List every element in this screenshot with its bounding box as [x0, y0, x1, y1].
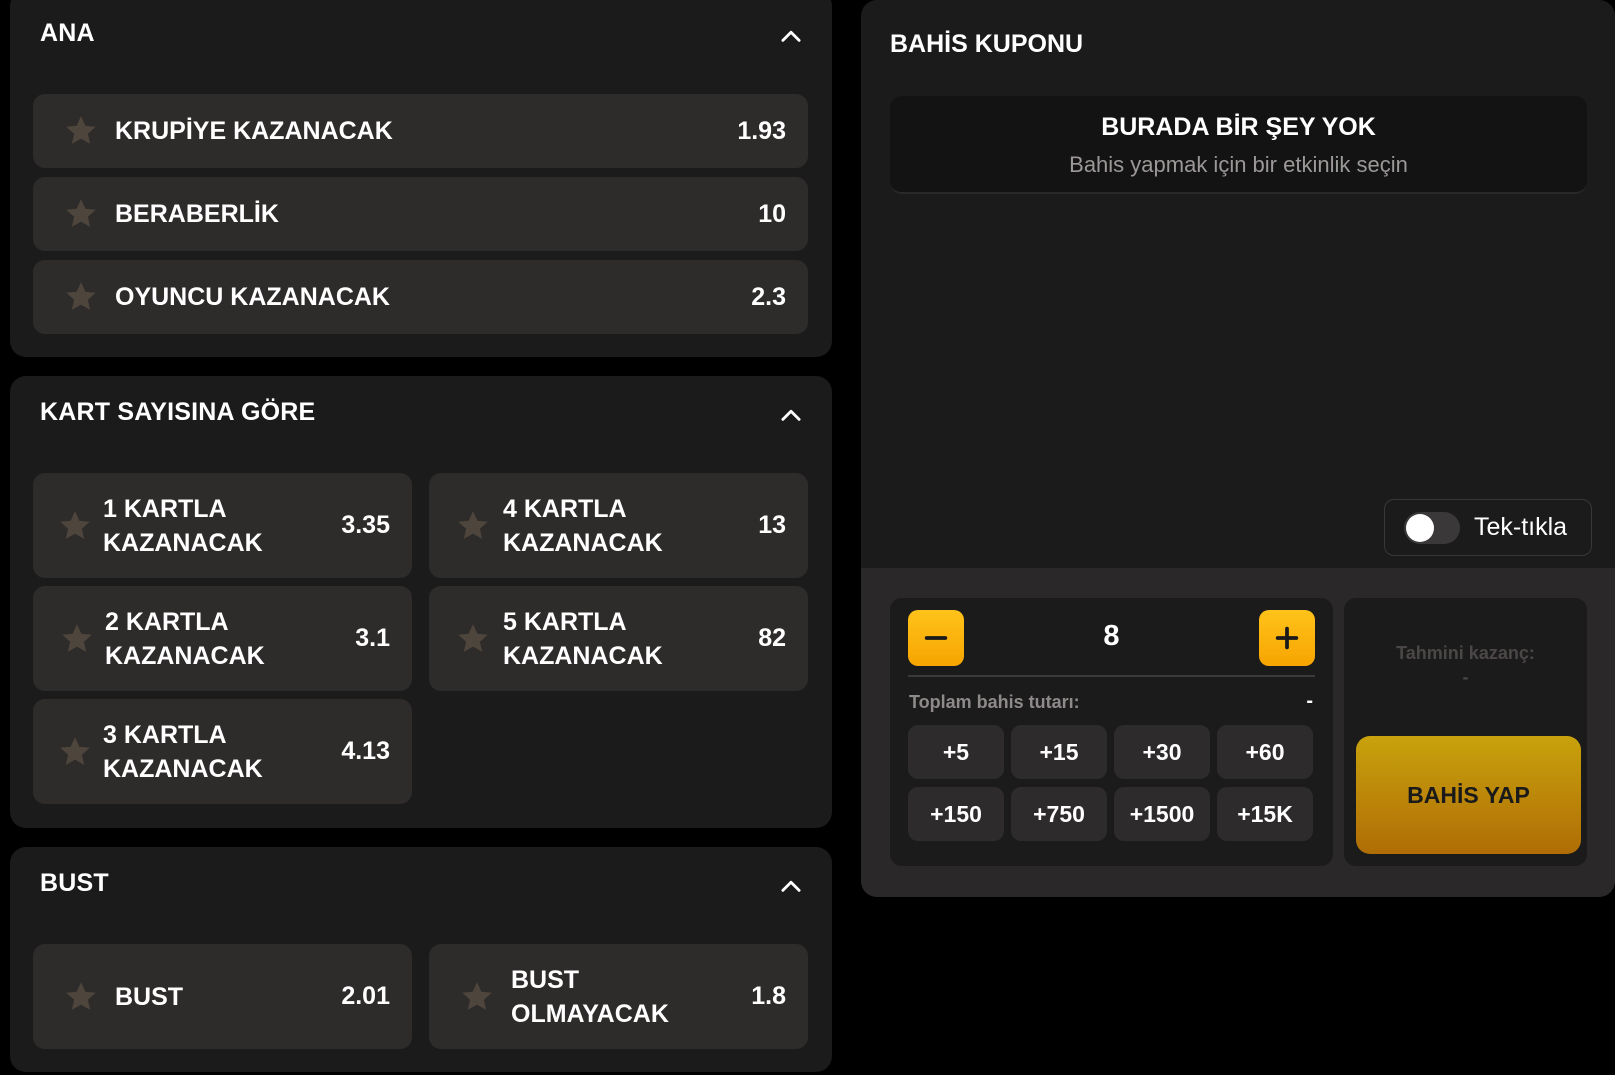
total-stake-value: -	[1306, 690, 1313, 712]
toggle-switch[interactable]	[1404, 511, 1460, 544]
bet-slip: BAHİS KUPONU BURADA BİR ŞEY YOK Bahis ya…	[861, 0, 1615, 897]
place-bet-button[interactable]: BAHİS YAP	[1356, 736, 1581, 854]
chevron-up-icon[interactable]	[778, 402, 804, 428]
chip-plus-1500[interactable]: +1500	[1114, 787, 1210, 841]
chevron-up-icon[interactable]	[778, 23, 804, 49]
star-icon[interactable]	[459, 979, 495, 1015]
bet-label: OYUNCU KAZANACAK	[115, 283, 390, 311]
estimated-win-value: -	[1462, 667, 1469, 687]
panel-title-main: ANA	[40, 19, 95, 47]
bet-slip-title: BAHİS KUPONU	[890, 30, 1084, 58]
empty-slip-subtitle: Bahis yapmak için bir etkinlik seçin	[1069, 152, 1408, 177]
bet-odd: 2.3	[751, 282, 786, 311]
bet-label-line1: 3 KARTLA	[103, 720, 227, 749]
bet-odd: 82	[758, 624, 786, 652]
toggle-knob	[1406, 513, 1434, 542]
chevron-up-icon[interactable]	[778, 873, 804, 899]
star-icon[interactable]	[63, 196, 99, 232]
bet-label-line1: BUST	[511, 965, 580, 994]
bet-odd: 4.13	[341, 737, 390, 765]
bet-odd: 1.93	[737, 116, 786, 145]
bet-label-line1: 4 KARTLA	[503, 494, 627, 523]
market-panel-main: ANA KRUPİYE KAZANACAK 1.93 BERABERLİK 10…	[10, 0, 832, 357]
decrease-stake-button[interactable]	[908, 610, 964, 666]
chip-plus-15[interactable]: +15	[1011, 725, 1107, 779]
bet-label: BERABERLİK	[115, 200, 279, 228]
bet-label: BUST	[115, 982, 184, 1011]
star-icon[interactable]	[57, 508, 93, 544]
one-click-label: Tek-tıkla	[1474, 513, 1568, 541]
bet-row-player-wins[interactable]: OYUNCU KAZANACAK 2.3	[33, 260, 808, 334]
bet-label-line1: 1 KARTLA	[103, 494, 227, 523]
star-icon[interactable]	[59, 621, 95, 657]
bet-label-line2: KAZANACAK	[103, 754, 263, 783]
plus-icon	[1275, 626, 1299, 650]
divider	[908, 675, 1315, 677]
bet-row-win-5-card[interactable]: 5 KARTLA KAZANACAK 82	[429, 586, 808, 691]
bet-controls: 8 Toplam bahis tutarı: - +5 +15 +30 +60 …	[861, 568, 1615, 897]
one-click-toggle[interactable]: Tek-tıkla	[1384, 499, 1592, 556]
estimated-win-box: Tahmini kazanç: - BAHİS YAP	[1344, 598, 1587, 866]
chip-plus-5[interactable]: +5	[908, 725, 1004, 779]
bet-odd: 3.35	[341, 511, 390, 539]
bet-row-win-1-card[interactable]: 1 KARTLA KAZANACAK 3.35	[33, 473, 412, 578]
empty-slip-title: BURADA BİR ŞEY YOK	[1101, 113, 1376, 141]
chip-plus-750[interactable]: +750	[1011, 787, 1107, 841]
chip-plus-150[interactable]: +150	[908, 787, 1004, 841]
star-icon[interactable]	[455, 508, 491, 544]
empty-slip-message: BURADA BİR ŞEY YOK Bahis yapmak için bir…	[890, 96, 1587, 194]
star-icon[interactable]	[57, 734, 93, 770]
chip-plus-15k[interactable]: +15K	[1217, 787, 1313, 841]
bet-label-line2: OLMAYACAK	[511, 999, 669, 1028]
stake-input[interactable]: 8	[962, 620, 1261, 653]
bet-odd: 1.8	[751, 982, 786, 1010]
bet-odd: 2.01	[341, 982, 390, 1010]
bet-row-win-4-card[interactable]: 4 KARTLA KAZANACAK 13	[429, 473, 808, 578]
bet-row-bust[interactable]: BUST 2.01	[33, 944, 412, 1049]
bet-row-dealer-wins[interactable]: KRUPİYE KAZANACAK 1.93	[33, 94, 808, 168]
stake-box: 8 Toplam bahis tutarı: - +5 +15 +30 +60 …	[890, 598, 1333, 866]
bet-odd: 10	[758, 199, 786, 228]
bet-row-no-bust[interactable]: BUST OLMAYACAK 1.8	[429, 944, 808, 1049]
estimated-win-label: Tahmini kazanç:	[1396, 643, 1535, 663]
bet-label-line1: 2 KARTLA	[105, 607, 229, 636]
bet-label-line1: 5 KARTLA	[503, 607, 627, 636]
bet-row-win-2-card[interactable]: 2 KARTLA KAZANACAK 3.1	[33, 586, 412, 691]
bet-label: KRUPİYE KAZANACAK	[115, 117, 393, 145]
chip-plus-30[interactable]: +30	[1114, 725, 1210, 779]
panel-title-bust: BUST	[40, 869, 109, 897]
market-panel-card-count: KART SAYISINA GÖRE 1 KARTLA KAZANACAK 3.3…	[10, 376, 832, 828]
bet-label-line2: KAZANACAK	[503, 528, 663, 557]
star-icon[interactable]	[63, 979, 99, 1015]
star-icon[interactable]	[63, 113, 99, 149]
star-icon[interactable]	[455, 621, 491, 657]
bet-odd: 3.1	[355, 624, 390, 652]
chip-plus-60[interactable]: +60	[1217, 725, 1313, 779]
bet-label-line2: KAZANACAK	[105, 641, 265, 670]
total-stake-label: Toplam bahis tutarı:	[909, 692, 1080, 712]
bet-label-line2: KAZANACAK	[103, 528, 263, 557]
star-icon[interactable]	[63, 279, 99, 315]
bet-row-win-3-card[interactable]: 3 KARTLA KAZANACAK 4.13	[33, 699, 412, 804]
panel-title-card-count: KART SAYISINA GÖRE	[40, 398, 316, 426]
bet-row-draw[interactable]: BERABERLİK 10	[33, 177, 808, 251]
minus-icon	[924, 636, 948, 640]
increase-stake-button[interactable]	[1259, 610, 1315, 666]
market-panel-bust: BUST BUST 2.01 BUST OLMAYACAK 1.8	[10, 847, 832, 1072]
bet-label-line2: KAZANACAK	[503, 641, 663, 670]
bet-odd: 13	[758, 511, 786, 539]
